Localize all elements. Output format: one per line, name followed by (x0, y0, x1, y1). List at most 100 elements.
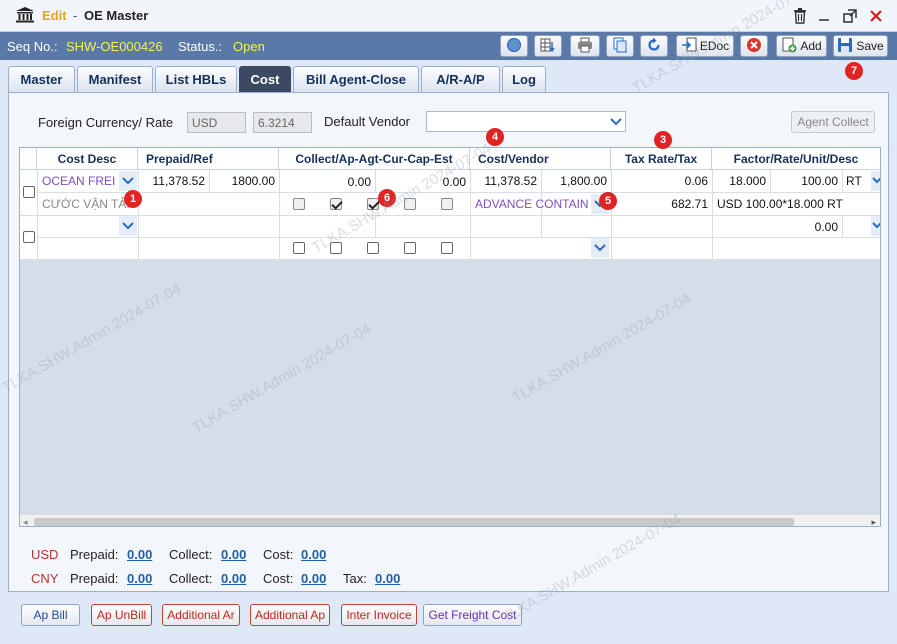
row-select-checkbox[interactable] (23, 186, 35, 198)
ref-value[interactable]: 1800.00 (209, 174, 275, 188)
tab-bill-agent-close[interactable]: Bill Agent-Close (293, 66, 419, 92)
flag-checkbox-3[interactable] (367, 242, 379, 254)
add-button[interactable]: Add (776, 35, 827, 57)
flag-checkbox-1[interactable] (293, 242, 305, 254)
cost-value-2[interactable]: 1,800.00 (541, 174, 607, 188)
copy-button[interactable] (606, 35, 634, 57)
desc-value: USD 100.00*18.000 RT (717, 197, 843, 211)
rate-value[interactable]: 100.00 (770, 174, 838, 188)
vendor-label: Default Vendor (324, 114, 411, 129)
cny-collect-label: Collect: (169, 571, 213, 586)
additional-ar-button[interactable]: Additional Ar (162, 604, 240, 626)
factor-value[interactable]: 18.000 (712, 174, 766, 188)
usd-collect-link[interactable]: 0.00 (221, 547, 246, 562)
tax-rate-value[interactable]: 0.06 (611, 174, 708, 188)
summary-cny: CNY Prepaid: 0.00 Collect: 0.00 Cost: 0.… (31, 571, 871, 589)
collect-value-2[interactable]: 0.00 (375, 175, 466, 189)
additional-ap-button[interactable]: Additional Ap (250, 604, 330, 626)
import-button[interactable] (534, 35, 562, 57)
default-vendor-combo[interactable] (426, 111, 626, 132)
annotation-badge-5: 5 (599, 192, 617, 210)
tax-value: 682.71 (671, 197, 708, 211)
header-prepaid-ref[interactable]: Prepaid/Ref (138, 148, 279, 170)
refresh-icon (646, 37, 662, 56)
flag-checkbox-5[interactable] (441, 242, 453, 254)
cancel-button[interactable] (740, 35, 768, 57)
unit-value[interactable]: RT (846, 174, 868, 188)
annotation-badge-7: 7 (845, 62, 863, 80)
bank-icon (16, 7, 34, 26)
chevron-down-icon[interactable] (119, 171, 137, 191)
flag-checkbox-4[interactable] (404, 242, 416, 254)
globe-icon (506, 37, 522, 56)
chevron-down-icon[interactable] (607, 112, 625, 131)
tab-log[interactable]: Log (502, 66, 546, 92)
tab-cost[interactable]: Cost (239, 66, 291, 92)
close-icon[interactable] (866, 6, 886, 26)
usd-collect-label: Collect: (169, 547, 213, 562)
flag-checkbox-4[interactable] (404, 198, 416, 210)
collect-value-1[interactable]: 0.00 (279, 175, 371, 189)
header-collect[interactable]: Collect/Ap-Agt-Cur-Cap-Est (279, 148, 470, 170)
usd-prepaid-link[interactable]: 0.00 (127, 547, 152, 562)
annotation-badge-1: 1 (124, 190, 142, 208)
flag-checkbox-1[interactable] (293, 198, 305, 210)
tab-master[interactable]: Master (8, 66, 75, 92)
flag-checkbox-5[interactable] (441, 198, 453, 210)
scroll-left-icon[interactable]: ◂ (23, 517, 28, 526)
prepaid-value[interactable]: 11,378.52 (138, 174, 206, 188)
maximize-icon[interactable] (840, 6, 860, 26)
annotation-badge-6: 6 (378, 189, 396, 207)
agent-collect-button[interactable]: Agent Collect (791, 111, 875, 133)
chevron-down-icon[interactable] (119, 216, 137, 236)
usd-cost-link[interactable]: 0.00 (301, 547, 326, 562)
annotation-badge-4: 4 (486, 128, 504, 146)
seq-label: Seq No.: (7, 39, 58, 54)
cny-tax-link[interactable]: 0.00 (375, 571, 400, 586)
scroll-thumb[interactable] (34, 518, 794, 526)
header-cost-vendor[interactable]: Cost/Vendor (470, 148, 611, 170)
grid-body: OCEAN FREI 11,378.52 1800.00 0.00 0.00 1… (20, 170, 880, 260)
header-select (20, 148, 37, 170)
chevron-down-icon[interactable] (591, 238, 609, 258)
horizontal-scrollbar[interactable]: ◂ ▸ (20, 514, 880, 526)
tab-ar-ap[interactable]: A/R-A/P (421, 66, 500, 92)
edoc-icon (681, 37, 697, 56)
cny-cost-link[interactable]: 0.00 (301, 571, 326, 586)
chevron-down-icon[interactable] (871, 171, 880, 191)
vendor-value[interactable]: ADVANCE CONTAIN (475, 197, 591, 211)
ap-bill-button[interactable]: Ap Bill (21, 604, 80, 626)
header-tax[interactable]: Tax Rate/Tax (611, 148, 712, 170)
row-select-checkbox[interactable] (23, 231, 35, 243)
scroll-right-icon[interactable]: ▸ (871, 517, 876, 526)
get-freight-cost-button[interactable]: Get Freight Cost (423, 604, 522, 626)
cancel-icon (746, 37, 762, 56)
flag-checkbox-2[interactable] (330, 242, 342, 254)
chevron-down-icon[interactable] (871, 216, 880, 236)
tab-list-hbls[interactable]: List HBLs (155, 66, 237, 92)
usd-prepaid-label: Prepaid: (70, 547, 119, 562)
cost-desc-value[interactable]: OCEAN FREI (42, 174, 120, 188)
print-button[interactable] (570, 35, 600, 57)
delete-icon[interactable] (790, 6, 810, 26)
tab-manifest[interactable]: Manifest (77, 66, 153, 92)
currency-label: Foreign Currency/ Rate (38, 115, 174, 130)
factor-value-empty[interactable]: 0.00 (770, 220, 838, 234)
flag-checkbox-2[interactable] (330, 198, 342, 210)
cny-cost-label: Cost: (263, 571, 294, 586)
seq-bar: Seq No.: SHW-OE000426 Status.: Open EDoc… (0, 32, 897, 60)
minimize-icon[interactable] (814, 6, 834, 26)
cny-collect-link[interactable]: 0.00 (221, 571, 246, 586)
cost-value[interactable]: 11,378.52 (470, 174, 538, 188)
edoc-button[interactable]: EDoc (676, 35, 734, 57)
save-button[interactable]: Save (833, 35, 888, 57)
inter-invoice-button[interactable]: Inter Invoice (341, 604, 417, 626)
refresh-button[interactable] (640, 35, 668, 57)
status-value: Open (233, 39, 265, 54)
header-factor[interactable]: Factor/Rate/Unit/Desc (712, 148, 880, 170)
web-button[interactable] (500, 35, 528, 57)
tab-strip: Master Manifest List HBLs Cost Bill Agen… (0, 60, 897, 92)
cny-prepaid-link[interactable]: 0.00 (127, 571, 152, 586)
ap-unbill-button[interactable]: Ap UnBill (91, 604, 152, 626)
header-cost-desc[interactable]: Cost Desc (37, 148, 138, 170)
